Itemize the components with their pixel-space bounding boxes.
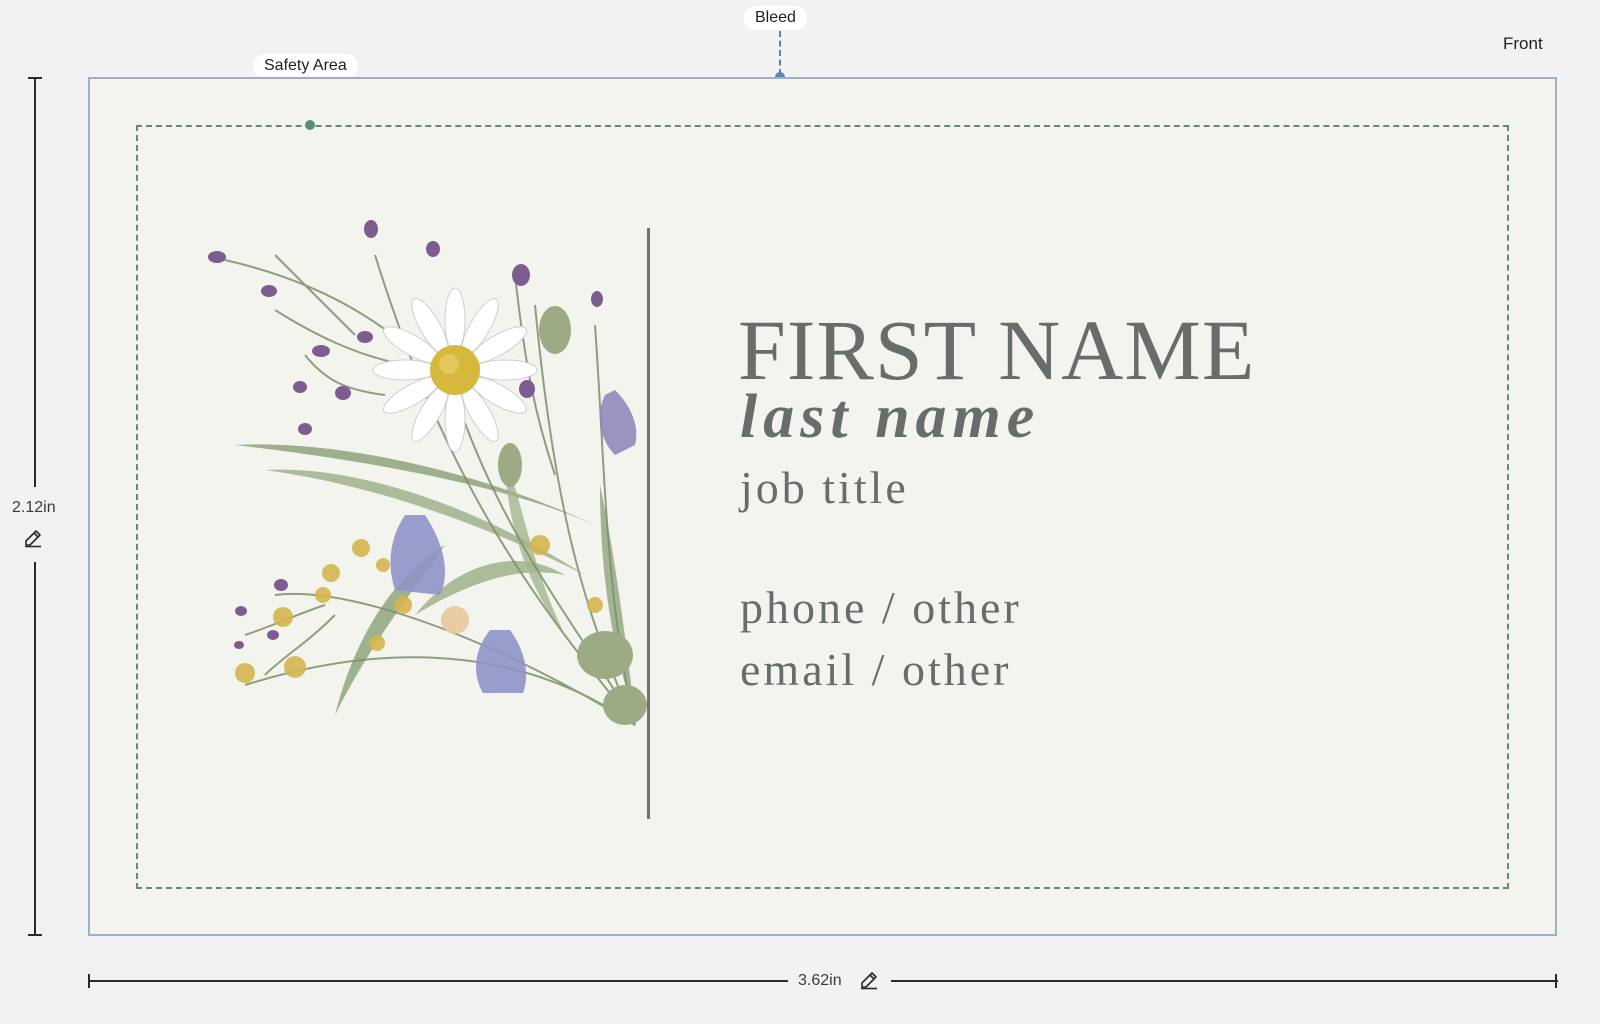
side-label-front: Front	[1503, 34, 1543, 53]
bleed-label: Bleed	[744, 6, 807, 30]
edit-height-pencil-icon[interactable]	[23, 528, 43, 548]
floral-illustration	[208, 220, 647, 726]
email-text[interactable]: email / other	[740, 642, 1011, 698]
height-dimension-bottom-cap	[28, 934, 42, 936]
last-name-text[interactable]: last name	[740, 380, 1040, 454]
width-dimension-right-cap	[1555, 974, 1557, 988]
safety-area-marker[interactable]	[305, 120, 315, 130]
phone-text[interactable]: phone / other	[740, 580, 1022, 636]
width-dimension-value: 3.62in	[798, 972, 842, 990]
card-divider-line	[647, 228, 650, 819]
width-dimension-line-left	[88, 980, 788, 982]
bleed-leader	[779, 31, 781, 75]
safety-area-label: Safety Area	[253, 54, 358, 78]
job-title-text[interactable]: job title	[740, 460, 909, 516]
height-dimension-line-lower	[34, 562, 36, 936]
width-dimension-line-right	[891, 980, 1558, 982]
height-dimension-line-upper	[34, 77, 36, 487]
edit-width-pencil-icon[interactable]	[859, 970, 879, 990]
height-dimension-value: 2.12in	[12, 499, 56, 517]
